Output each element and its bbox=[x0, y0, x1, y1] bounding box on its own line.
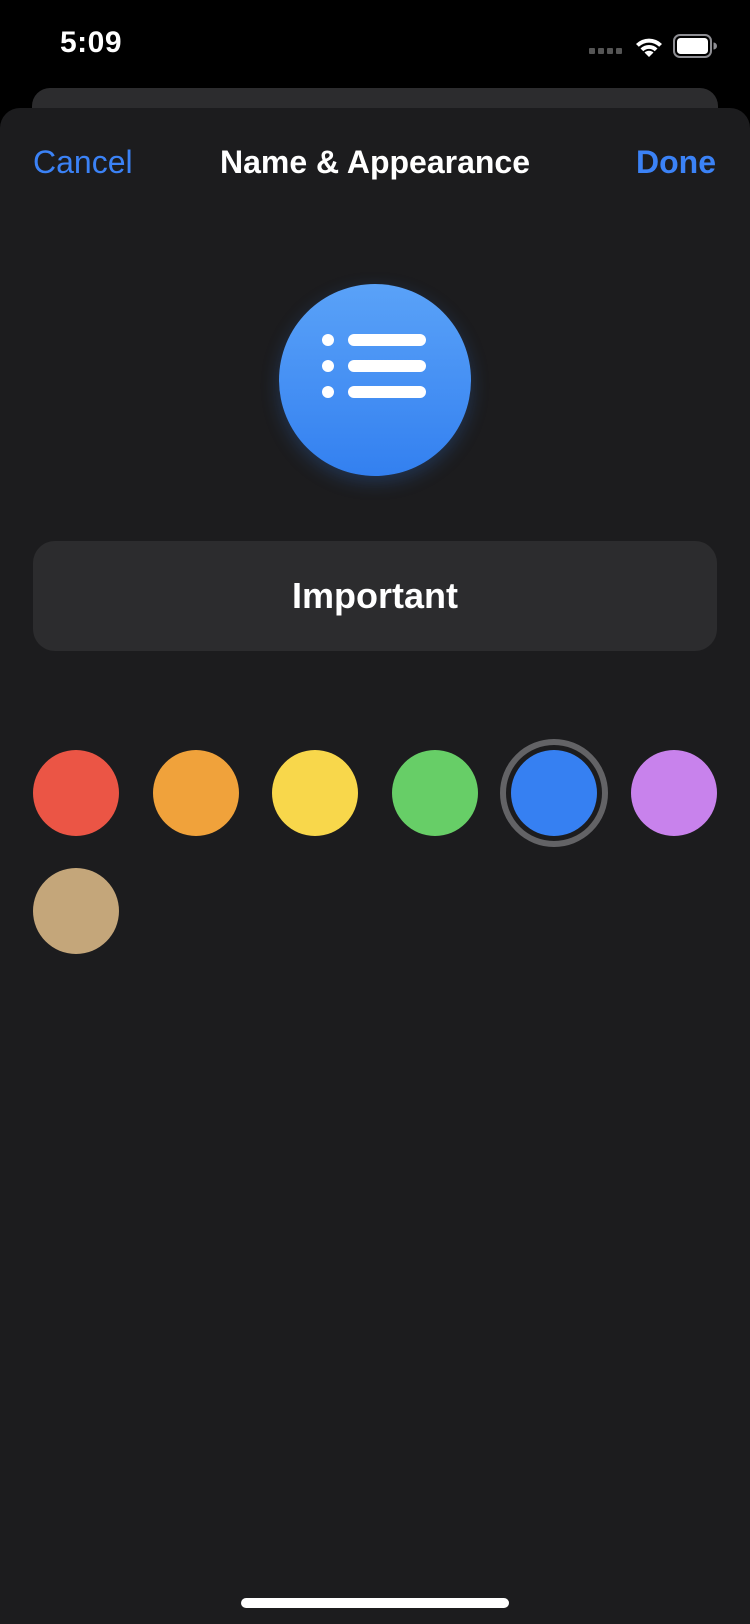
cellular-signal-icon bbox=[589, 48, 622, 54]
color-swatch-red[interactable] bbox=[33, 750, 119, 836]
color-swatch-blue[interactable] bbox=[511, 750, 597, 836]
battery-icon bbox=[673, 34, 717, 58]
list-name-field[interactable] bbox=[33, 541, 717, 651]
color-swatch-green[interactable] bbox=[391, 750, 478, 836]
color-swatch-orange[interactable] bbox=[152, 750, 239, 836]
list-icon-preview bbox=[279, 284, 471, 476]
status-time: 5:09 bbox=[60, 26, 123, 59]
home-indicator[interactable] bbox=[241, 1598, 509, 1608]
done-button[interactable]: Done bbox=[636, 144, 716, 181]
color-swatch-purple[interactable] bbox=[630, 750, 717, 836]
color-swatch-brown[interactable] bbox=[33, 868, 119, 954]
list-name-input[interactable] bbox=[33, 574, 717, 618]
wifi-icon bbox=[636, 38, 662, 57]
color-swatch-yellow[interactable] bbox=[272, 750, 358, 836]
list-bullet-icon bbox=[322, 334, 426, 398]
status-bar: 5:09 bbox=[0, 0, 750, 90]
